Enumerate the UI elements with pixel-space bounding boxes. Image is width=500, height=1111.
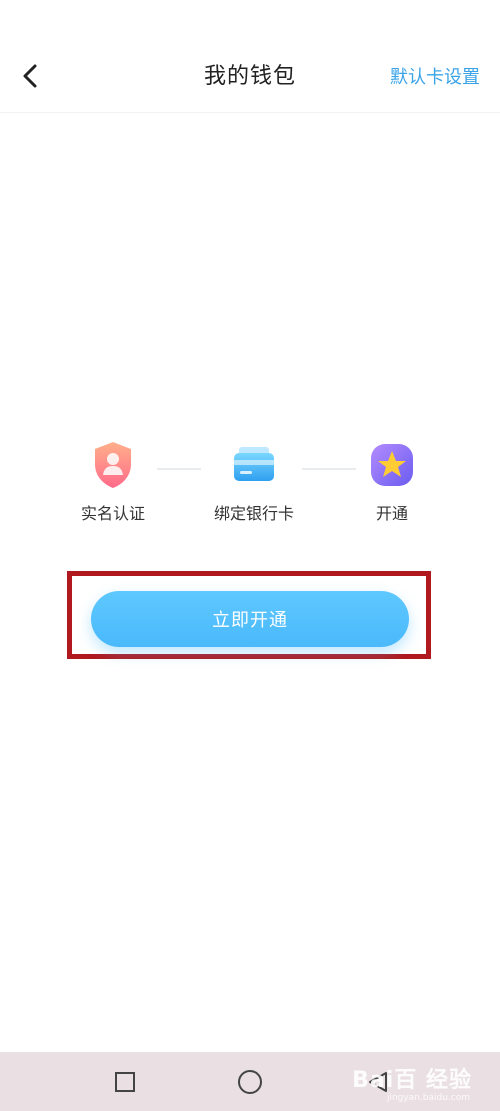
step-label: 开通 [375, 504, 408, 523]
bank-card-icon [229, 440, 279, 490]
step-label: 实名认证 [80, 504, 145, 523]
step-label: 绑定银行卡 [213, 504, 294, 523]
default-card-settings-link[interactable]: 默认卡设置 [390, 63, 480, 89]
star-badge-icon [367, 440, 417, 490]
step-identity: 实名认证 [53, 440, 173, 524]
identity-shield-icon [88, 440, 138, 490]
home-button[interactable] [230, 1064, 270, 1100]
activation-steps: 实名认证 绑定银行卡 开通 [0, 440, 500, 530]
recent-apps-button[interactable] [105, 1064, 145, 1100]
circle-icon [238, 1070, 262, 1094]
step-activate: 开通 [332, 440, 452, 524]
square-icon [115, 1072, 135, 1092]
watermark-url: jingyan.baidu.com [386, 1093, 470, 1103]
header: 我的钱包 默认卡设置 [0, 0, 500, 113]
baidu-jingyan-watermark: Bai百 经验 [352, 1068, 472, 1093]
step-bind-card: 绑定银行卡 [194, 440, 314, 524]
open-now-button[interactable]: 立即开通 [91, 591, 409, 647]
